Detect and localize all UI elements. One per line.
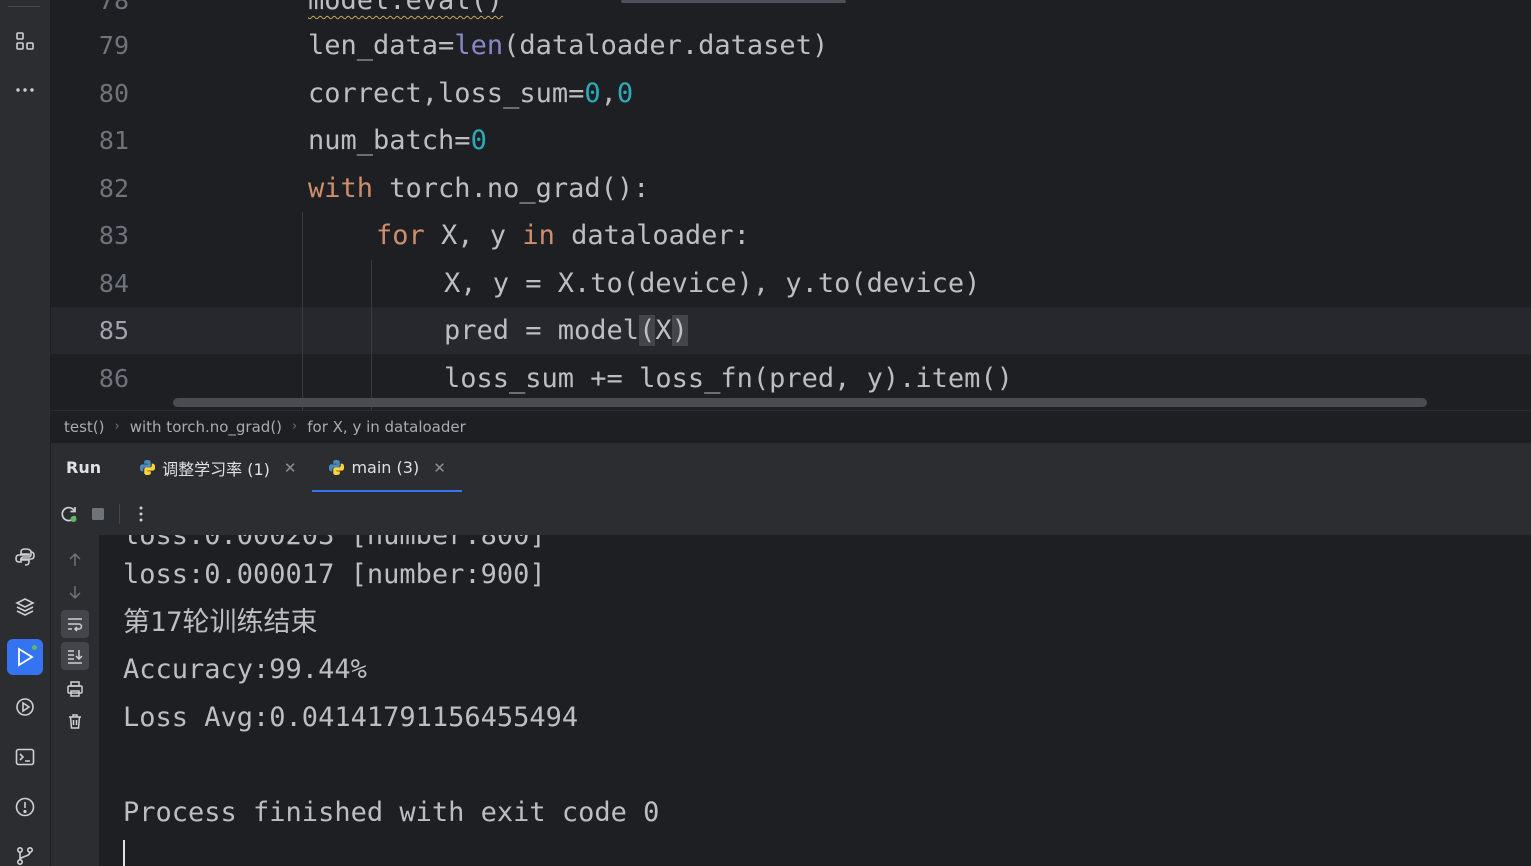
services-icon[interactable] xyxy=(7,689,43,725)
breadcrumb-item[interactable]: for X, y in dataloader xyxy=(307,418,466,436)
git-icon[interactable] xyxy=(7,838,43,866)
arrow-down-icon[interactable] xyxy=(61,578,89,606)
current-line-highlight xyxy=(51,307,1531,354)
print-icon[interactable] xyxy=(61,675,89,703)
console-output[interactable]: loss:0.000203 [number:800] loss:0.000017… xyxy=(99,535,1531,866)
console-line: Accuracy:99.44% xyxy=(123,654,367,685)
line-number-current: 85 xyxy=(98,316,129,345)
console-line: Loss Avg:0.04141791156455494 xyxy=(123,702,579,733)
code-line-current[interactable]: pred = model(X) xyxy=(444,307,688,354)
run-tab-selected[interactable]: main (3) ✕ xyxy=(312,443,463,493)
toolbar-divider xyxy=(119,503,120,524)
line-number: 86 xyxy=(98,364,129,393)
python-file-icon xyxy=(140,459,156,476)
code-text: model.eval() xyxy=(308,0,504,16)
structure-icon[interactable] xyxy=(7,23,43,59)
arrow-up-icon[interactable] xyxy=(61,546,89,574)
code-line[interactable]: for X, y in dataloader: xyxy=(376,212,750,259)
stop-icon[interactable] xyxy=(85,501,111,527)
code-line[interactable]: len_data=len(dataloader.dataset) xyxy=(308,22,828,69)
run-toolbar xyxy=(51,492,1531,535)
left-tool-strip xyxy=(0,0,51,866)
scroll-to-end-icon[interactable] xyxy=(61,642,89,670)
line-number: 79 xyxy=(98,31,129,60)
kebab-menu-icon[interactable] xyxy=(128,501,154,527)
code-line-partial[interactable]: model.eval() xyxy=(308,0,503,24)
breadcrumb-chevron-icon: › xyxy=(292,419,298,434)
code-line[interactable]: correct,loss_sum=0,0 xyxy=(308,70,633,117)
close-icon[interactable]: ✕ xyxy=(284,459,297,477)
code-line[interactable]: num_batch=0 xyxy=(308,117,487,164)
breadcrumb-item[interactable]: test() xyxy=(64,418,105,436)
code-line[interactable]: loss_sum += loss_fn(pred, y).item() xyxy=(444,355,1013,402)
indent-guide xyxy=(371,260,372,410)
code-editor[interactable]: 78 79 80 81 82 83 84 85 86 model.eval() … xyxy=(51,0,1531,410)
line-number: 83 xyxy=(98,221,129,250)
console-line: 第17轮训练结束 xyxy=(123,607,318,638)
problems-icon[interactable] xyxy=(7,789,43,825)
layers-icon[interactable] xyxy=(7,589,43,625)
python-console-icon[interactable] xyxy=(7,539,43,575)
run-tool-window-header: Run 调整学习率 (1) ✕ main (3) ✕ xyxy=(51,442,1531,493)
line-number: 80 xyxy=(98,79,129,108)
console-line: Process finished with exit code 0 xyxy=(123,797,660,828)
line-number: 78 xyxy=(98,0,129,15)
trash-icon[interactable] xyxy=(61,707,89,735)
breadcrumb-chevron-icon: › xyxy=(114,419,120,434)
strip-divider xyxy=(8,6,40,7)
console-line: loss:0.000017 [number:900] xyxy=(123,559,546,590)
text-caret xyxy=(123,840,125,866)
run-tab-label: main (3) xyxy=(351,458,420,477)
run-tab[interactable]: 调整学习率 (1) ✕ xyxy=(123,443,312,493)
indent-guide xyxy=(302,212,303,410)
line-number: 81 xyxy=(98,126,129,155)
breadcrumb: test() › with torch.no_grad() › for X, y… xyxy=(51,410,1531,442)
close-icon[interactable]: ✕ xyxy=(433,459,446,477)
soft-wrap-icon[interactable] xyxy=(61,610,89,638)
code-line[interactable]: X, y = X.to(device), y.to(device) xyxy=(444,260,980,307)
code-line[interactable]: with torch.no_grad(): xyxy=(308,165,649,212)
run-tab-label: 调整学习率 (1) xyxy=(162,459,270,479)
run-window-title: Run xyxy=(66,458,102,477)
run-status-dot xyxy=(31,644,38,651)
terminal-icon[interactable] xyxy=(7,739,43,775)
editor-top-scrollbar[interactable] xyxy=(621,0,846,3)
python-file-icon xyxy=(329,459,345,476)
editor-horizontal-scrollbar[interactable] xyxy=(173,398,1427,407)
more-icon[interactable] xyxy=(7,72,43,108)
line-number: 82 xyxy=(98,174,129,203)
line-number: 84 xyxy=(98,269,129,298)
console-side-toolbar xyxy=(51,535,99,866)
line-number-gutter: 78 79 80 81 82 83 84 85 86 xyxy=(51,0,170,410)
run-icon[interactable] xyxy=(7,639,43,675)
rerun-icon[interactable] xyxy=(56,501,82,527)
breadcrumb-item[interactable]: with torch.no_grad() xyxy=(130,418,282,436)
